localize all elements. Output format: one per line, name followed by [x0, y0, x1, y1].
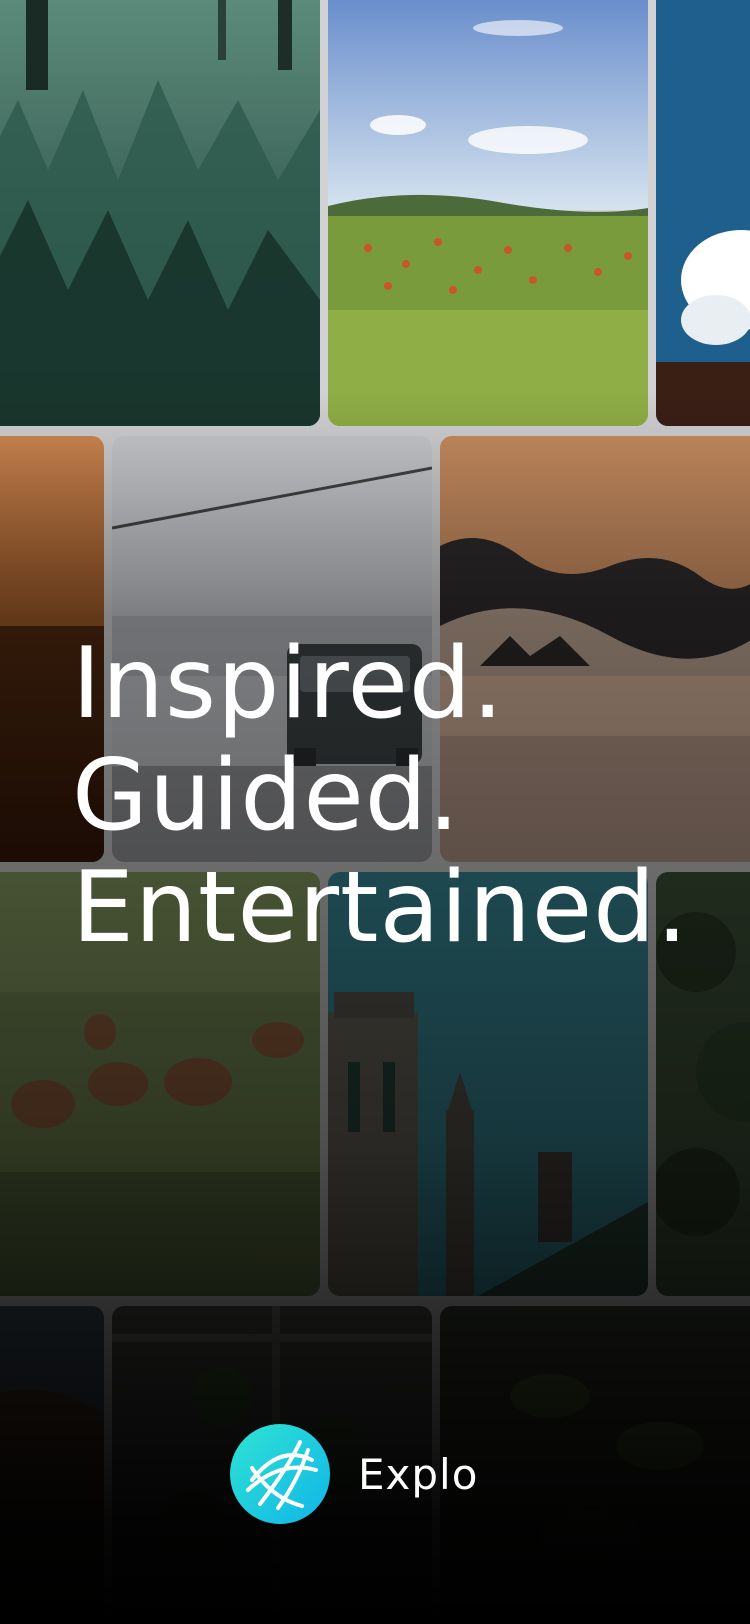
- photo-tile-sky: [656, 0, 750, 426]
- splash-screen: Inspired. Guided. Entertained. Explo: [0, 0, 750, 1624]
- photo-tile-dark-leaves: [440, 1306, 750, 1624]
- headline-line-2: Guided.: [72, 739, 461, 853]
- headline-line-3: Entertained.: [72, 851, 689, 965]
- brand-lockup: Explo: [230, 1424, 478, 1524]
- photo-tile-dark-landscape: [0, 1306, 104, 1624]
- headline-line-1: Inspired.: [72, 627, 505, 741]
- headline: Inspired. Guided. Entertained.: [72, 628, 689, 964]
- photo-tile-flower-field: [328, 0, 648, 426]
- globe-icon: [230, 1424, 330, 1524]
- photo-tile-forest: [0, 0, 320, 426]
- brand-name: Explo: [358, 1449, 479, 1499]
